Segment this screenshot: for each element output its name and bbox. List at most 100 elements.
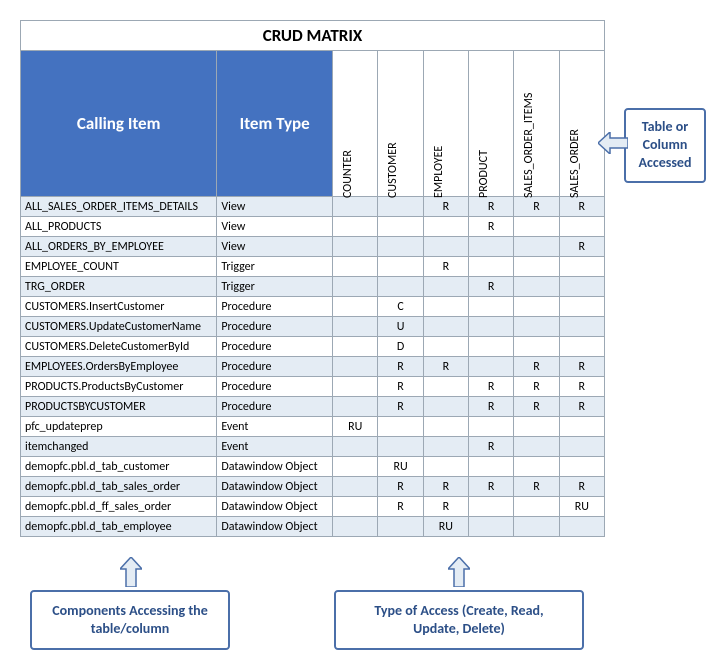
cell-calling-item: PRODUCTS.ProductsByCustomer <box>21 377 217 397</box>
cell-item-type: Procedure <box>217 337 333 357</box>
cell-crud-value <box>333 237 378 257</box>
cell-crud-value <box>423 237 468 257</box>
cell-calling-item: ALL_SALES_ORDER_ITEMS_DETAILS <box>21 197 217 217</box>
cell-crud-value: R <box>469 277 514 297</box>
cell-item-type: View <box>217 217 333 237</box>
table-row: CUSTOMERS.DeleteCustomerByIdProcedureD <box>21 337 605 357</box>
cell-crud-value <box>559 457 604 477</box>
arrow-up-icon <box>120 557 146 589</box>
table-row: ALL_PRODUCTSViewR <box>21 217 605 237</box>
cell-crud-value <box>514 297 559 317</box>
col-counter: COUNTER <box>333 51 378 197</box>
cell-crud-value <box>469 237 514 257</box>
cell-crud-value <box>333 457 378 477</box>
cell-item-type: Event <box>217 437 333 457</box>
callout-components-accessing: Components Accessing the table/column <box>30 590 230 650</box>
table-row: ALL_SALES_ORDER_ITEMS_DETAILSViewRRRR <box>21 197 605 217</box>
table-row: PRODUCTSBYCUSTOMERProcedureRRRR <box>21 397 605 417</box>
cell-crud-value <box>514 417 559 437</box>
cell-calling-item: EMPLOYEES.OrdersByEmployee <box>21 357 217 377</box>
cell-calling-item: demopfc.pbl.d_ff_sales_order <box>21 497 217 517</box>
cell-calling-item: ALL_ORDERS_BY_EMPLOYEE <box>21 237 217 257</box>
cell-item-type: Datawindow Object <box>217 497 333 517</box>
cell-crud-value <box>514 257 559 277</box>
cell-crud-value <box>514 217 559 237</box>
cell-crud-value <box>469 317 514 337</box>
cell-crud-value: R <box>514 377 559 397</box>
col-sales-order: SALES_ORDER <box>559 51 604 197</box>
table-row: CUSTOMERS.InsertCustomerProcedureC <box>21 297 605 317</box>
cell-item-type: Event <box>217 417 333 437</box>
table-row: TRG_ORDERTrigger R <box>21 277 605 297</box>
cell-calling-item: demopfc.pbl.d_tab_customer <box>21 457 217 477</box>
cell-crud-value: R <box>378 377 423 397</box>
cell-crud-value: R <box>423 257 468 277</box>
cell-crud-value <box>514 457 559 477</box>
cell-item-type: Procedure <box>217 317 333 337</box>
cell-crud-value <box>378 277 423 297</box>
cell-calling-item: itemchanged <box>21 437 217 457</box>
cell-crud-value <box>423 297 468 317</box>
table-row: PRODUCTS.ProductsByCustomerProcedureRRRR <box>21 377 605 397</box>
cell-crud-value <box>469 517 514 537</box>
cell-crud-value <box>423 397 468 417</box>
callout-table-column-accessed: Table or Column Accessed <box>624 108 706 183</box>
cell-crud-value <box>423 317 468 337</box>
cell-crud-value: RU <box>378 457 423 477</box>
cell-calling-item: demopfc.pbl.d_tab_sales_order <box>21 477 217 497</box>
cell-crud-value <box>423 437 468 457</box>
cell-crud-value <box>333 477 378 497</box>
cell-crud-value <box>423 217 468 237</box>
cell-crud-value: R <box>469 397 514 417</box>
cell-crud-value <box>378 237 423 257</box>
table-row: EMPLOYEE_COUNTTriggerR <box>21 257 605 277</box>
cell-calling-item: TRG_ORDER <box>21 277 217 297</box>
cell-item-type: Trigger <box>217 257 333 277</box>
cell-crud-value: R <box>559 477 604 497</box>
crud-matrix-table: CRUD MATRIX Calling Item Item Type COUNT… <box>20 20 605 537</box>
cell-crud-value: R <box>514 477 559 497</box>
cell-crud-value <box>423 457 468 477</box>
cell-crud-value <box>559 297 604 317</box>
cell-crud-value <box>378 417 423 437</box>
cell-calling-item: CUSTOMERS.InsertCustomer <box>21 297 217 317</box>
cell-crud-value <box>514 237 559 257</box>
cell-crud-value <box>559 417 604 437</box>
cell-crud-value <box>559 317 604 337</box>
col-product: PRODUCT <box>469 51 514 197</box>
cell-crud-value <box>469 497 514 517</box>
cell-item-type: View <box>217 197 333 217</box>
cell-crud-value: R <box>378 477 423 497</box>
cell-crud-value <box>333 397 378 417</box>
cell-crud-value: R <box>559 357 604 377</box>
cell-crud-value <box>333 277 378 297</box>
cell-crud-value <box>333 337 378 357</box>
cell-crud-value <box>423 377 468 397</box>
table-row: demopfc.pbl.d_tab_employeeDatawindow Obj… <box>21 517 605 537</box>
cell-crud-value <box>333 437 378 457</box>
cell-crud-value <box>514 497 559 517</box>
callout-type-of-access: Type of Access (Create, Read, Update, De… <box>334 590 584 650</box>
cell-crud-value <box>514 337 559 357</box>
cell-crud-value <box>423 277 468 297</box>
cell-crud-value: D <box>378 337 423 357</box>
header-calling-item: Calling Item <box>21 51 217 197</box>
table-row: demopfc.pbl.d_tab_sales_orderDatawindow … <box>21 477 605 497</box>
cell-crud-value <box>559 437 604 457</box>
cell-item-type: Datawindow Object <box>217 517 333 537</box>
cell-item-type: Datawindow Object <box>217 457 333 477</box>
table-row: itemchangedEventR <box>21 437 605 457</box>
table-row: pfc_updateprepEventRU <box>21 417 605 437</box>
table-row: demopfc.pbl.d_tab_customerDatawindow Obj… <box>21 457 605 477</box>
col-customer: CUSTOMER <box>378 51 423 197</box>
cell-crud-value <box>469 297 514 317</box>
cell-crud-value <box>469 457 514 477</box>
cell-crud-value: R <box>378 357 423 377</box>
cell-crud-value <box>333 377 378 397</box>
cell-crud-value: R <box>559 377 604 397</box>
cell-crud-value: R <box>469 377 514 397</box>
cell-crud-value: R <box>514 397 559 417</box>
cell-crud-value: R <box>514 357 559 377</box>
cell-crud-value: R <box>559 237 604 257</box>
cell-item-type: Trigger <box>217 277 333 297</box>
